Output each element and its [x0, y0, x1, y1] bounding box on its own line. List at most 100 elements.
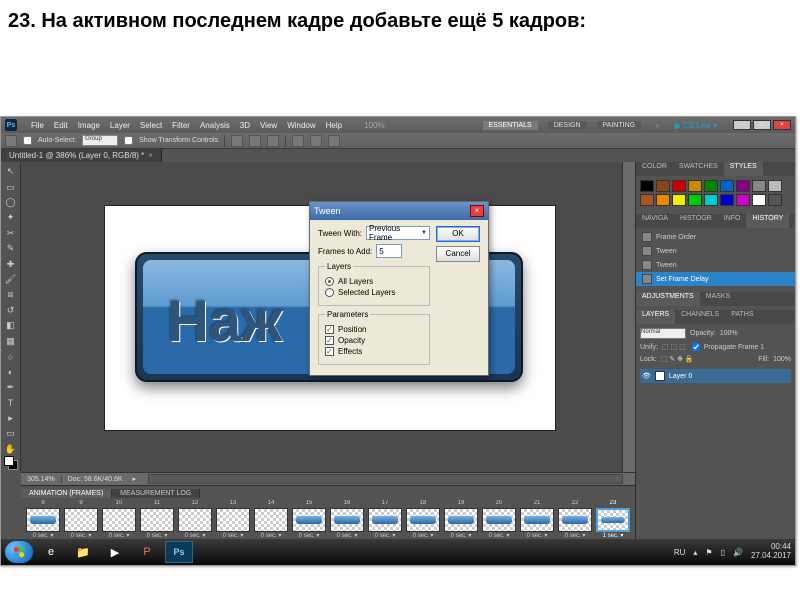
crop-tool[interactable]: ✂	[2, 226, 20, 241]
style-swatch[interactable]	[688, 180, 702, 192]
shape-tool[interactable]: ▭	[2, 426, 20, 441]
workspace-painting[interactable]: PAINTING	[597, 121, 642, 130]
position-checkbox[interactable]: Position	[325, 325, 423, 334]
animation-frames-tab[interactable]: ANIMATION (FRAMES)	[21, 489, 112, 498]
propagate-checkbox[interactable]	[692, 343, 700, 351]
close-button[interactable]: ×	[773, 120, 791, 130]
align-icon[interactable]	[249, 135, 261, 147]
style-swatch[interactable]	[720, 180, 734, 192]
dodge-tool[interactable]: ◐	[2, 364, 20, 379]
workspace-essentials[interactable]: ESSENTIALS	[483, 121, 538, 130]
styles-tab[interactable]: STYLES	[724, 162, 763, 176]
taskbar-photoshop-icon[interactable]: Ps	[165, 541, 193, 563]
menu-analysis[interactable]: Analysis	[200, 121, 230, 130]
history-row[interactable]: Tween	[636, 244, 795, 258]
style-swatch[interactable]	[768, 194, 782, 206]
distribute-icon[interactable]	[310, 135, 322, 147]
effects-checkbox[interactable]: Effects	[325, 347, 423, 356]
menu-select[interactable]: Select	[140, 121, 162, 130]
style-swatch[interactable]	[704, 194, 718, 206]
color-swatches[interactable]	[4, 456, 18, 470]
wand-tool[interactable]: ✦	[2, 210, 20, 225]
lasso-tool[interactable]: ◯	[2, 195, 20, 210]
channels-tab[interactable]: CHANNELS	[675, 310, 725, 324]
opacity-checkbox[interactable]: Opacity	[325, 336, 423, 345]
fg-color-icon[interactable]	[4, 456, 14, 466]
brush-tool[interactable]: 🖌	[2, 272, 20, 287]
style-swatch[interactable]	[688, 194, 702, 206]
measurement-log-tab[interactable]: MEASUREMENT LOG	[112, 489, 200, 498]
distribute-icon[interactable]	[292, 135, 304, 147]
type-tool[interactable]: T	[2, 395, 20, 410]
fill-value[interactable]: 100%	[773, 356, 791, 363]
swatches-tab[interactable]: SWATCHES	[673, 162, 724, 176]
navigator-tab[interactable]: NAVIGA	[636, 214, 674, 228]
menu-edit[interactable]: Edit	[54, 121, 68, 130]
blur-tool[interactable]: ○	[2, 349, 20, 364]
opacity-value[interactable]: 100%	[720, 330, 738, 337]
frames-to-add-input[interactable]	[376, 244, 402, 258]
cancel-button[interactable]: Cancel	[436, 246, 480, 262]
menu-window[interactable]: Window	[287, 121, 315, 130]
history-row[interactable]: Tween	[636, 258, 795, 272]
color-tab[interactable]: COLOR	[636, 162, 673, 176]
lang-indicator[interactable]: RU	[674, 548, 686, 557]
style-swatch[interactable]	[704, 180, 718, 192]
layer-row[interactable]: 👁 Layer 0	[640, 369, 791, 383]
masks-tab[interactable]: MASKS	[700, 292, 737, 306]
histogram-tab[interactable]: HISTOGR	[674, 214, 718, 228]
tray-up-icon[interactable]: ▴	[693, 548, 697, 557]
menu-image[interactable]: Image	[78, 121, 100, 130]
menu-filter[interactable]: Filter	[172, 121, 190, 130]
auto-select-dropdown[interactable]: Group	[82, 135, 118, 146]
marquee-tool[interactable]: ▭	[2, 179, 20, 194]
tween-with-dropdown[interactable]: Previous Frame ▼	[366, 226, 430, 240]
show-transform-checkbox[interactable]	[124, 136, 133, 145]
all-layers-radio[interactable]: All Layers	[325, 277, 423, 286]
taskbar-media-icon[interactable]: ▶	[101, 541, 129, 563]
style-swatch[interactable]	[640, 180, 654, 192]
menu-help[interactable]: Help	[326, 121, 342, 130]
style-swatch[interactable]	[752, 180, 766, 192]
paths-tab[interactable]: PATHS	[725, 310, 759, 324]
taskbar-ie-icon[interactable]: e	[37, 541, 65, 563]
dialog-close-button[interactable]: ×	[470, 205, 484, 217]
style-swatch[interactable]	[656, 194, 670, 206]
pen-tool[interactable]: ✒	[2, 380, 20, 395]
selected-layers-radio[interactable]: Selected Layers	[325, 288, 423, 297]
history-row[interactable]: Frame Order	[636, 230, 795, 244]
clock[interactable]: 00:44 27.04.2017	[751, 543, 791, 561]
path-tool[interactable]: ▸	[2, 411, 20, 426]
blend-mode-dropdown[interactable]: Normal	[640, 328, 686, 339]
auto-select-checkbox[interactable]	[23, 136, 32, 145]
zoom-field[interactable]: 305.14%	[21, 476, 61, 483]
stamp-tool[interactable]: ⧈	[2, 287, 20, 302]
style-swatch[interactable]	[640, 194, 654, 206]
menu-layer[interactable]: Layer	[110, 121, 130, 130]
cslive-button[interactable]: ◉ CS Live ▾	[674, 121, 717, 130]
minimize-button[interactable]: –	[733, 120, 751, 130]
menu-3d[interactable]: 3D	[240, 121, 250, 130]
history-row[interactable]: Set Frame Delay	[636, 272, 795, 286]
close-tab-icon[interactable]: ×	[148, 151, 153, 160]
history-brush-tool[interactable]: ↺	[2, 303, 20, 318]
style-swatch[interactable]	[656, 180, 670, 192]
taskbar-explorer-icon[interactable]: 📁	[69, 541, 97, 563]
style-swatch[interactable]	[672, 194, 686, 206]
zoom-indicator[interactable]: 100%	[364, 121, 384, 130]
style-swatch[interactable]	[672, 180, 686, 192]
horizontal-scrollbar[interactable]	[148, 474, 623, 484]
style-swatch[interactable]	[768, 180, 782, 192]
gradient-tool[interactable]: ▦	[2, 333, 20, 348]
ok-button[interactable]: OK	[436, 226, 480, 242]
document-tab[interactable]: Untitled-1 @ 386% (Layer 0, RGB/8) * ×	[1, 149, 162, 162]
layers-tab[interactable]: LAYERS	[636, 310, 675, 324]
align-icon[interactable]	[231, 135, 243, 147]
menu-file[interactable]: File	[31, 121, 44, 130]
style-swatch[interactable]	[752, 194, 766, 206]
visibility-icon[interactable]: 👁	[642, 372, 651, 380]
eraser-tool[interactable]: ◧	[2, 318, 20, 333]
move-tool[interactable]: ↖	[2, 164, 20, 179]
history-tab[interactable]: HISTORY	[746, 214, 789, 228]
heal-tool[interactable]: ✚	[2, 256, 20, 271]
